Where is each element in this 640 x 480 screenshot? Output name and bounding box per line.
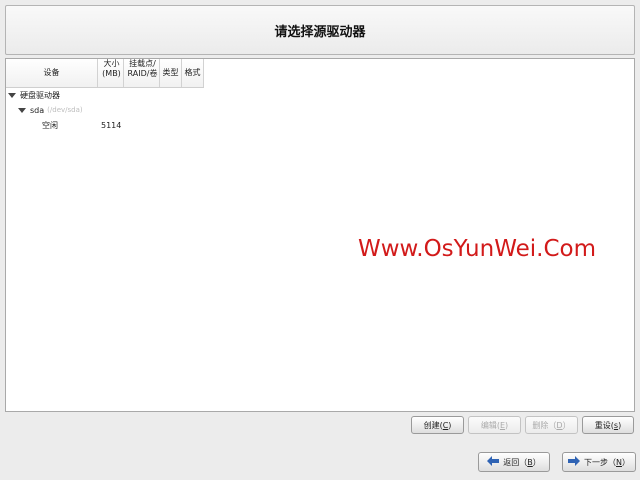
column-format[interactable]: 格式 [182,59,204,87]
edit-label: 编辑( [480,420,500,430]
back-button[interactable]: 返回（ B） [478,452,550,472]
free-space-label: 空闲 [42,120,58,130]
edit-button[interactable]: 编辑(E) [468,416,521,434]
tree-row-sda[interactable]: sda (/dev/sda) [18,103,83,117]
column-type[interactable]: 类型 [160,59,182,87]
delete-label: 删除（ [532,420,557,430]
column-header-row: 设备 大小 (MB) 挂载点/ RAID/卷 类型 格式 [6,59,204,88]
arrow-right-icon [568,456,580,468]
column-mount-line1: 挂载点/ [129,59,156,68]
next-label: 下一步（ [584,457,616,467]
column-size-line2: (MB) [102,69,121,78]
tree-row-free-space[interactable]: 空闲 5114 [6,118,206,132]
reset-label: 重设( [594,420,614,430]
delete-close: ） [562,420,571,430]
edit-close: ) [505,420,509,430]
create-label: 创建( [423,420,443,430]
tree-group-label: 硬盘驱动器 [20,90,60,100]
column-size[interactable]: 大小 (MB) [98,59,124,87]
create-close: ) [448,420,452,430]
page-title: 请选择源驱动器 [274,24,366,40]
tree-row-hard-drives[interactable]: 硬盘驱动器 [8,88,60,102]
delete-button[interactable]: 删除（ D） [525,416,578,434]
next-close: ） [621,457,630,467]
column-mount-line2: RAID/卷 [127,69,158,78]
reset-button[interactable]: 重设(s) [582,416,634,434]
expander-down-icon[interactable] [18,107,26,113]
disk-path: (/dev/sda) [47,106,83,114]
partition-tree-view[interactable]: 设备 大小 (MB) 挂载点/ RAID/卷 类型 格式 硬盘驱动器 sda (… [5,58,635,412]
back-close: ） [532,457,541,467]
expander-down-icon[interactable] [8,92,16,98]
column-device[interactable]: 设备 [6,59,98,87]
watermark-text: Www.OsYunWei.Com [358,236,596,262]
create-button[interactable]: 创建(C) [411,416,464,434]
next-button[interactable]: 下一步（ N） [562,452,636,472]
reset-close: ) [618,420,622,430]
disk-name: sda [30,105,45,115]
back-label: 返回（ [503,457,528,467]
page-header: 请选择源驱动器 [5,5,635,55]
arrow-left-icon [487,456,500,468]
free-space-size: 5114 [101,120,122,130]
column-mount[interactable]: 挂载点/ RAID/卷 [124,59,160,87]
column-size-line1: 大小 [103,59,120,68]
